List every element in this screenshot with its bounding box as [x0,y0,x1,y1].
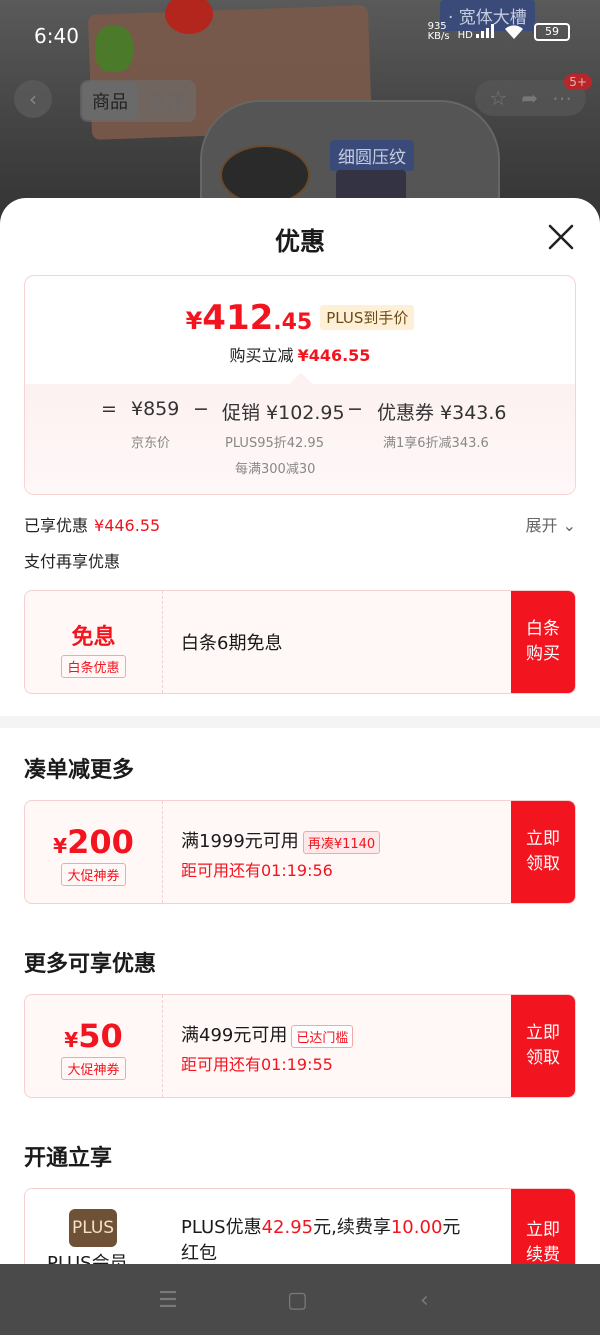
tab-product[interactable]: 商品 [82,82,138,120]
price-breakdown-card: ¥412.45 PLUS到手价 购买立减 ¥446.55 = ¥859 京东价 −… [24,275,576,495]
back-button[interactable]: ‹ [14,80,52,118]
coupon-200-badge: 大促神券 [61,863,126,886]
coupon-50-countdown: 距可用还有01:19:55 [181,1055,333,1074]
baitiao-buy-button[interactable]: 白条 购买 [511,591,575,693]
product-nav-bar: ‹ 商品 测评 ☆ ➦ ⋯ 5+ [0,74,600,124]
final-price-row: ¥412.45 PLUS到手价 [25,298,575,338]
plus-renew-button[interactable]: 立即 续费 [511,1189,575,1264]
message-badge: 5+ [564,74,592,90]
promo-detail-threshold: 每满300减30 [235,462,316,477]
promo-detail-plus: PLUS95折42.95 [225,436,324,451]
coupon-200-countdown: 距可用还有01:19:56 [181,861,333,880]
pay-more-label: 支付再享优惠 [24,552,121,571]
signal-icon: HD [458,23,494,41]
coupon-200-claim-button[interactable]: 立即 领取 [511,801,575,903]
enjoyed-discount-row: 已享优惠 ¥446.55 展开 ⌄ [24,512,576,536]
share-icon[interactable]: ➦ [521,86,538,110]
product-tabs: 商品 测评 [80,80,196,122]
section-title-more-orders: 凑单减更多 [24,758,135,783]
sheet-title: 优惠 [274,227,325,256]
wifi-icon [505,25,523,39]
coupon-detail: 满1享6折减343.6 [383,436,489,451]
discount-sheet: 优惠 ¥412.45 PLUS到手价 购买立减 ¥446.55 = ¥859 京东… [0,198,600,1264]
enjoyed-value: ¥446.55 [94,516,161,535]
net-speed: 935 KB/s [427,21,450,42]
price-formula: = ¥859 京东价 − 促销 ¥102.95 PLUS95折42.95 每满3… [25,384,575,494]
coupon-50-tag: 已达门槛 [291,1024,354,1048]
plus-price-tag: PLUS到手价 [320,305,415,330]
plus-logo: PLUS [69,1209,117,1247]
coupon-50-badge: 大促神券 [61,1057,126,1080]
base-price-label: 京东价 [131,436,171,451]
status-icons: 935 KB/s HD 59 [428,22,570,42]
status-time: 6:40 [34,24,79,48]
coupon-50-claim-button[interactable]: 立即 领取 [511,995,575,1097]
promo-amount: 促销 ¥102.95 [222,402,345,424]
plus-member-label: PLUS会员 [47,1253,128,1264]
coupon-200-amount: ¥200 [53,823,134,861]
home-icon[interactable]: ▢ [287,1288,308,1313]
buy-reduce: 购买立减 ¥446.55 [229,346,371,365]
tab-review[interactable]: 测评 [138,82,194,120]
minus-sign: − [193,398,209,420]
menu-icon[interactable]: ☰ [158,1288,178,1313]
feature-tag-texture: 细圆压纹 [330,140,414,171]
baitiao-title: 免息 [71,625,116,650]
equals-sign: = [101,398,117,420]
coupon-50-condition: 满499元可用 [181,1025,288,1046]
system-nav-bar: ☰ ▢ ‹ [0,1264,600,1335]
coupon-200-condition: 满1999元可用 [181,831,299,852]
minus-sign-2: − [347,398,363,420]
back-icon[interactable]: ‹ [420,1288,429,1313]
section-divider [0,716,600,728]
battery-icon: 59 [534,23,570,41]
close-icon[interactable] [546,222,576,252]
baitiao-card: 免息 白条优惠 白条6期免息 白条 购买 [24,590,576,694]
plus-benefit-text: PLUS优惠42.95元,续费享10.00元 红包 [181,1217,461,1264]
base-price: ¥859 [131,398,180,420]
coupon-50-amount: ¥50 [64,1017,123,1055]
status-bar: 6:40 935 KB/s HD 59 [0,0,600,72]
coupon-200: ¥200 大促神券 满1999元可用 再凑¥1140 距可用还有01:19:56 … [24,800,576,904]
section-title-open: 开通立享 [24,1146,113,1171]
chevron-down-icon: ⌄ [562,516,576,535]
star-icon[interactable]: ☆ [489,86,507,110]
plus-card: PLUS PLUS会员 PLUS优惠42.95元,续费享10.00元 红包 立即续… [24,1188,576,1264]
drain-image [220,145,310,205]
final-price: ¥412.45 [185,298,313,338]
baitiao-desc: 白条6期免息 [181,633,283,654]
expand-button[interactable]: 展开 ⌄ [525,512,576,536]
coupon-amount: 优惠券 ¥343.6 [377,402,507,424]
section-title-more-discounts: 更多可享优惠 [24,952,157,977]
coupon-50: ¥50 大促神券 满499元可用 已达门槛 距可用还有01:19:55 立即 领取 [24,994,576,1098]
coupon-200-tag: 再凑¥1140 [302,830,381,854]
baitiao-badge: 白条优惠 [61,655,126,678]
